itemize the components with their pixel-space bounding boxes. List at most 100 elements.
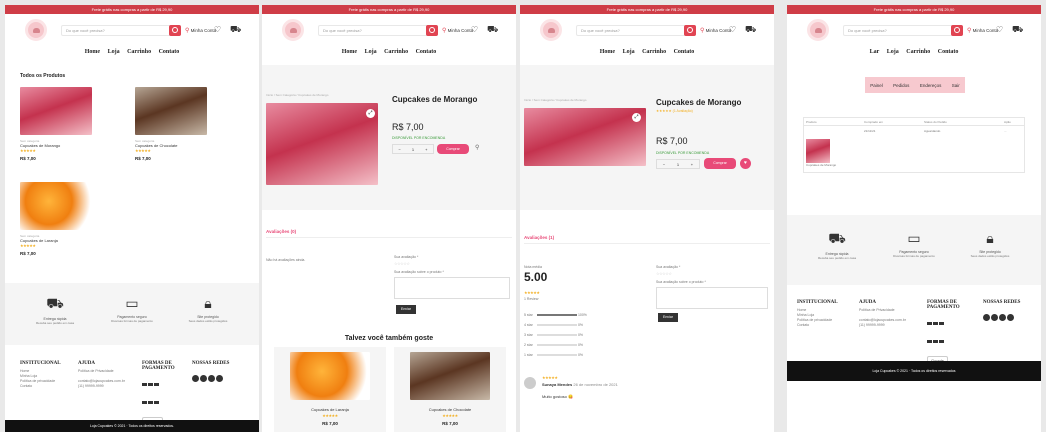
nav-home[interactable]: Lar (870, 49, 880, 55)
product-main-image[interactable] (266, 103, 378, 185)
search-button[interactable] (684, 25, 696, 36)
logo[interactable] (540, 19, 562, 41)
nav-shop[interactable]: Loja (887, 49, 899, 55)
cart-icon[interactable]: ⛟ (230, 24, 241, 36)
col-action: Ação (1004, 119, 1011, 124)
nav-contact[interactable]: Contato (159, 49, 180, 55)
footer-link[interactable]: Contato (20, 384, 70, 389)
buy-button[interactable]: Comprar (437, 144, 469, 154)
nav-home[interactable]: Home (85, 49, 100, 55)
table-row[interactable]: Cupcakes de Morango 21/11/21 Aguardando … (804, 126, 1024, 167)
search-input[interactable]: Do que você precisa? (576, 25, 696, 36)
truck-icon: ⛟ (828, 230, 846, 246)
related-image[interactable] (290, 352, 370, 400)
account-link[interactable]: ⚲ Minha Conta (442, 27, 473, 34)
row-action[interactable]: ... (1004, 129, 1024, 167)
account-link[interactable]: ⚲ Minha Conta (967, 27, 998, 34)
zoom-icon[interactable]: ⤢ (366, 109, 375, 118)
search-input[interactable]: Do que você precisa? (61, 25, 181, 36)
product-card[interactable]: Sem categoria Cupcakes de Morango ★★★★★ … (20, 139, 60, 161)
wishlist-button[interactable]: ♥ (740, 158, 751, 169)
related-image[interactable] (410, 352, 490, 400)
instagram-icon[interactable] (991, 314, 998, 321)
quantity-stepper[interactable]: − 1 + (656, 159, 700, 169)
reviews-tab[interactable]: Avaliações (0) (266, 229, 296, 234)
rating-stars-input[interactable]: ☆☆☆☆☆ (656, 271, 672, 276)
product-main-image[interactable] (524, 108, 646, 166)
cart-icon[interactable]: ⛟ (1012, 24, 1023, 36)
twitter-icon[interactable] (208, 375, 215, 382)
wishlist-icon[interactable]: ♡ (729, 25, 736, 34)
dist-pct: 0% (577, 333, 584, 337)
nav-shop[interactable]: Loja (108, 49, 120, 55)
row-product-thumb[interactable] (806, 139, 830, 163)
footer-link[interactable]: Política de Privacidade (78, 369, 138, 374)
row-date: 21/11/21 (864, 129, 876, 133)
logo[interactable] (282, 19, 304, 41)
minus-icon[interactable]: − (399, 147, 401, 152)
nav-cart[interactable]: Carrinho (127, 49, 151, 55)
account-link[interactable]: ⚲ Minha Conta (700, 27, 731, 34)
twitter-icon[interactable] (999, 314, 1006, 321)
tab-addresses[interactable]: Endereços (920, 83, 942, 88)
plus-icon[interactable]: + (691, 162, 693, 167)
rating-label: Sua avaliação * (656, 265, 681, 269)
tab-dashboard[interactable]: Painel (870, 83, 883, 88)
buy-button[interactable]: Comprar (704, 158, 736, 169)
rating-stars-input[interactable]: ☆☆☆☆☆ (394, 261, 410, 266)
account-link[interactable]: ⚲ Minha Conta (185, 27, 216, 34)
nav-shop[interactable]: Loja (365, 49, 377, 55)
card-icon: ▭ (125, 295, 139, 311)
review-textarea[interactable] (656, 287, 768, 309)
product-image[interactable] (20, 87, 92, 135)
nav-cart[interactable]: Carrinho (906, 49, 930, 55)
reviews-tab[interactable]: Avaliações (1) (524, 235, 554, 240)
nav-cart[interactable]: Carrinho (642, 49, 666, 55)
product-image[interactable] (20, 182, 92, 230)
search-button[interactable] (169, 25, 181, 36)
whatsapp-icon[interactable] (1007, 314, 1014, 321)
wishlist-icon[interactable]: ♡ (996, 25, 1003, 34)
footer-link[interactable]: Política de Privacidade (859, 308, 921, 313)
cart-icon[interactable]: ⛟ (487, 24, 498, 36)
nav-contact[interactable]: Contato (938, 49, 959, 55)
footer-link[interactable]: Contato (797, 323, 852, 328)
product-price: R$ 7,00 (392, 122, 424, 132)
logo[interactable] (25, 19, 47, 41)
whatsapp-icon[interactable] (216, 375, 223, 382)
zoom-icon[interactable]: ⤢ (632, 113, 641, 122)
feature-text: Seus dados estão protegidos (970, 254, 1010, 258)
wishlist-icon[interactable]: ♡ (471, 25, 478, 34)
tab-orders[interactable]: Pedidos (893, 83, 909, 88)
send-button[interactable]: Enviar (396, 305, 416, 314)
nav-shop[interactable]: Loja (623, 49, 635, 55)
product-image[interactable] (135, 87, 207, 135)
facebook-icon[interactable] (983, 314, 990, 321)
quantity-stepper[interactable]: − 1 + (392, 144, 434, 154)
nav-contact[interactable]: Contato (416, 49, 437, 55)
nav-cart[interactable]: Carrinho (384, 49, 408, 55)
search-small-icon[interactable]: ⚲ (475, 144, 479, 151)
cart-icon[interactable]: ⛟ (745, 24, 756, 36)
plus-icon[interactable]: + (425, 147, 427, 152)
review-textarea[interactable] (394, 277, 510, 299)
wishlist-icon[interactable]: ♡ (214, 25, 221, 34)
search-button[interactable] (426, 25, 438, 36)
logo[interactable] (807, 19, 829, 41)
product-card[interactable]: Sem categoria Cupcakes de Chocolate ★★★★… (135, 139, 177, 161)
facebook-icon[interactable] (192, 375, 199, 382)
search-button[interactable] (951, 25, 963, 36)
nav-home[interactable]: Home (600, 49, 615, 55)
row-product-name[interactable]: Cupcakes de Morango (806, 163, 864, 167)
rating-summary[interactable]: ★★★★★ (1 Avaliação) (656, 109, 693, 113)
related-price: R$ 7,00 (442, 421, 458, 426)
tab-logout[interactable]: Sair (952, 83, 960, 88)
send-button[interactable]: Enviar (658, 313, 678, 322)
nav-home[interactable]: Home (342, 49, 357, 55)
instagram-icon[interactable] (200, 375, 207, 382)
search-input[interactable]: Do que você precisa? (318, 25, 438, 36)
nav-contact[interactable]: Contato (674, 49, 695, 55)
minus-icon[interactable]: − (663, 162, 665, 167)
product-card[interactable]: Sem categoria Cupcakes de Laranja ★★★★★ … (20, 234, 58, 256)
search-input[interactable]: Do que você precisa? (843, 25, 963, 36)
